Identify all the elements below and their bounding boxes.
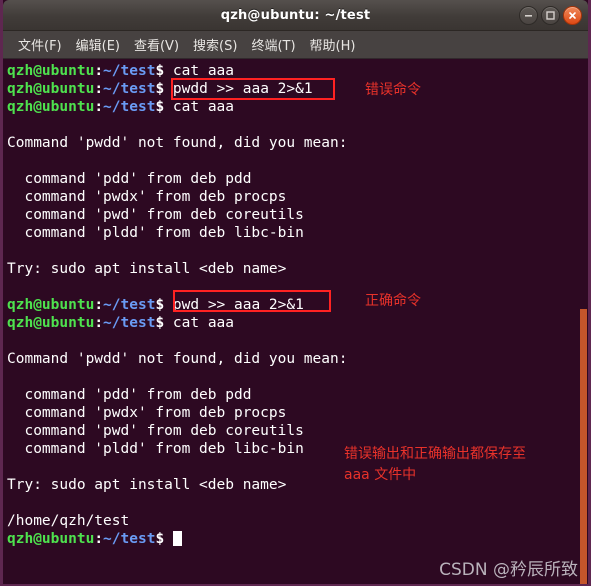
terminal-command: pwd >> aaa 2>&1 bbox=[164, 297, 304, 313]
terminal-output-text: command 'pwdx' from deb procps bbox=[7, 405, 287, 421]
terminal-line: command 'pldd' from deb libc-bin bbox=[7, 224, 576, 242]
terminal-line: command 'pdd' from deb pdd bbox=[7, 386, 576, 404]
maximize-icon bbox=[546, 10, 555, 20]
prompt-user-host: qzh@ubuntu bbox=[7, 315, 95, 331]
terminal-output-text: command 'pldd' from deb libc-bin bbox=[7, 225, 304, 241]
terminal-output-text: Try: sudo apt install <deb name> bbox=[7, 477, 287, 493]
terminal-line: command 'pwd' from deb coreutils bbox=[7, 206, 576, 224]
terminal-output-text: command 'pdd' from deb pdd bbox=[7, 171, 252, 187]
terminal-output-text: command 'pldd' from deb libc-bin bbox=[7, 441, 304, 457]
prompt-user-host: qzh@ubuntu bbox=[7, 297, 95, 313]
terminal-line: qzh@ubuntu:~/test$ pwd >> aaa 2>&1 bbox=[7, 296, 576, 314]
minimize-button[interactable] bbox=[519, 5, 538, 25]
menubar: 文件(F) 编辑(E) 查看(V) 搜索(S) 终端(T) 帮助(H) bbox=[3, 31, 588, 59]
output-saved-note: 错误输出和正确输出都保存至 aaa 文件中 bbox=[344, 446, 526, 483]
prompt-dollar: $ bbox=[155, 297, 165, 313]
wrong-command-note: 错误命令 bbox=[365, 82, 421, 98]
terminal-window: qzh@ubuntu: ~/test 文件(F) 编辑(E) 查看(V) 搜索(… bbox=[0, 0, 591, 586]
prompt-dollar: $ bbox=[155, 315, 165, 331]
close-button[interactable] bbox=[563, 5, 582, 25]
correct-command-note: 正确命令 bbox=[365, 293, 421, 309]
prompt-user-host: qzh@ubuntu bbox=[7, 81, 95, 97]
terminal-line: qzh@ubuntu:~/test$ bbox=[7, 530, 576, 548]
prompt-path: ~/test bbox=[103, 531, 156, 547]
prompt-path: ~/test bbox=[103, 99, 156, 115]
prompt-colon: : bbox=[94, 63, 104, 79]
close-icon bbox=[569, 11, 576, 19]
terminal-command: cat aaa bbox=[164, 315, 235, 331]
scrollbar-thumb[interactable] bbox=[580, 309, 587, 584]
text-cursor bbox=[172, 531, 182, 546]
watermark: CSDN @矜辰所致 bbox=[439, 560, 578, 580]
terminal-command: pwdd >> aaa 2>&1 bbox=[164, 81, 313, 97]
terminal-line: qzh@ubuntu:~/test$ pwdd >> aaa 2>&1 bbox=[7, 80, 576, 98]
terminal-output-text: /home/qzh/test bbox=[7, 513, 130, 529]
terminal-output-text: command 'pwd' from deb coreutils bbox=[7, 423, 304, 439]
prompt-dollar: $ bbox=[155, 63, 165, 79]
prompt-colon: : bbox=[94, 531, 104, 547]
terminal-output-text: command 'pwdx' from deb procps bbox=[7, 189, 287, 205]
prompt-path: ~/test bbox=[103, 63, 156, 79]
terminal-line: Try: sudo apt install <deb name> bbox=[7, 260, 576, 278]
prompt-path: ~/test bbox=[103, 81, 156, 97]
titlebar[interactable]: qzh@ubuntu: ~/test bbox=[3, 0, 588, 31]
terminal-output-text: Command 'pwdd' not found, did you mean: bbox=[7, 351, 348, 367]
terminal-line: Command 'pwdd' not found, did you mean: bbox=[7, 134, 576, 152]
terminal-line: qzh@ubuntu:~/test$ cat aaa bbox=[7, 314, 576, 332]
prompt-colon: : bbox=[94, 99, 104, 115]
menu-item-terminal[interactable]: 终端(T) bbox=[244, 33, 302, 56]
terminal-line: command 'pdd' from deb pdd bbox=[7, 170, 576, 188]
terminal-output-text: Try: sudo apt install <deb name> bbox=[7, 261, 287, 277]
terminal-line: command 'pwd' from deb coreutils bbox=[7, 422, 576, 440]
terminal-line: /home/qzh/test bbox=[7, 512, 576, 530]
prompt-user-host: qzh@ubuntu bbox=[7, 99, 95, 115]
prompt-dollar: $ bbox=[155, 99, 165, 115]
terminal-command: cat aaa bbox=[164, 63, 235, 79]
terminal-line: Command 'pwdd' not found, did you mean: bbox=[7, 350, 576, 368]
menu-item-edit[interactable]: 编辑(E) bbox=[69, 33, 127, 56]
terminal-screen[interactable]: qzh@ubuntu:~/test$ cat aaa qzh@ubuntu:~/t… bbox=[3, 59, 588, 584]
scrollbar[interactable] bbox=[579, 59, 588, 584]
terminal-output-text: command 'pwd' from deb coreutils bbox=[7, 207, 304, 223]
terminal-output-text: Command 'pwdd' not found, did you mean: bbox=[7, 135, 348, 151]
window-controls bbox=[519, 0, 582, 30]
menu-item-help[interactable]: 帮助(H) bbox=[303, 33, 363, 56]
prompt-path: ~/test bbox=[103, 315, 156, 331]
maximize-button[interactable] bbox=[541, 5, 560, 25]
terminal-output-text: command 'pdd' from deb pdd bbox=[7, 387, 252, 403]
menu-item-view[interactable]: 查看(V) bbox=[127, 33, 186, 56]
prompt-dollar: $ bbox=[155, 81, 165, 97]
menu-item-file[interactable]: 文件(F) bbox=[11, 33, 69, 56]
prompt-colon: : bbox=[94, 315, 104, 331]
prompt-colon: : bbox=[94, 297, 104, 313]
prompt-path: ~/test bbox=[103, 297, 156, 313]
terminal-line: command 'pwdx' from deb procps bbox=[7, 188, 576, 206]
prompt-dollar: $ bbox=[155, 531, 165, 547]
terminal-line: command 'pwdx' from deb procps bbox=[7, 404, 576, 422]
terminal-line: qzh@ubuntu:~/test$ cat aaa bbox=[7, 98, 576, 116]
terminal-command bbox=[164, 531, 173, 547]
terminal-line: qzh@ubuntu:~/test$ cat aaa bbox=[7, 62, 576, 80]
prompt-colon: : bbox=[94, 81, 104, 97]
prompt-user-host: qzh@ubuntu bbox=[7, 531, 95, 547]
window-title: qzh@ubuntu: ~/test bbox=[220, 7, 371, 23]
minimize-icon bbox=[525, 14, 532, 17]
menu-item-search[interactable]: 搜索(S) bbox=[186, 33, 244, 56]
prompt-user-host: qzh@ubuntu bbox=[7, 63, 95, 79]
terminal-command: cat aaa bbox=[164, 99, 235, 115]
